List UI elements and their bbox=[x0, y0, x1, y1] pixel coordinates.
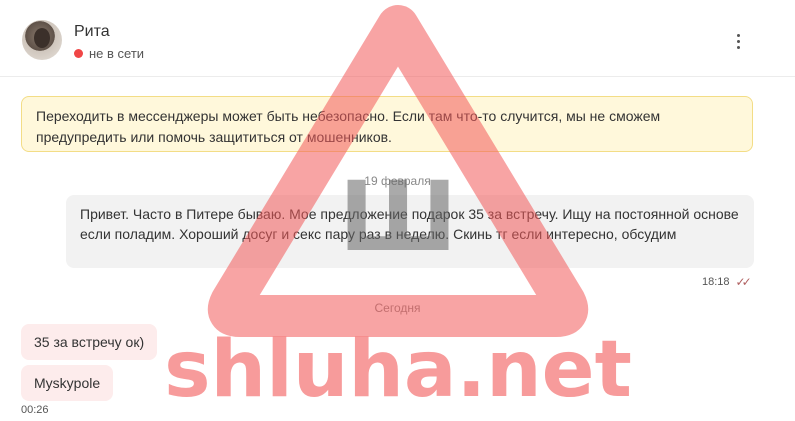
chat-header: Рита не в сети bbox=[0, 0, 795, 77]
status-dot-icon bbox=[74, 49, 83, 58]
outgoing-message: Привет. Часто в Питере бываю. Мое предло… bbox=[66, 195, 754, 268]
watermark-text: shluha.net bbox=[164, 325, 632, 415]
double-check-icon: ✓✓ bbox=[735, 275, 752, 289]
messenger-warning: Переходить в мессенджеры может быть небе… bbox=[21, 96, 753, 152]
contact-name[interactable]: Рита bbox=[74, 23, 110, 41]
message-time: 18:18 bbox=[702, 276, 730, 288]
contact-status: не в сети bbox=[74, 46, 144, 61]
message-meta: 18:18 ✓✓ bbox=[702, 275, 752, 289]
incoming-message-time: 00:26 bbox=[21, 404, 49, 416]
status-text: не в сети bbox=[89, 46, 145, 61]
avatar[interactable] bbox=[22, 20, 62, 60]
incoming-message: Myskypole bbox=[21, 365, 114, 401]
kebab-menu-icon[interactable] bbox=[728, 30, 748, 52]
date-separator: 19 февраля bbox=[364, 174, 431, 188]
incoming-message: 35 за встречу ок) bbox=[21, 324, 158, 360]
date-separator-today: Сегодня bbox=[374, 301, 421, 315]
